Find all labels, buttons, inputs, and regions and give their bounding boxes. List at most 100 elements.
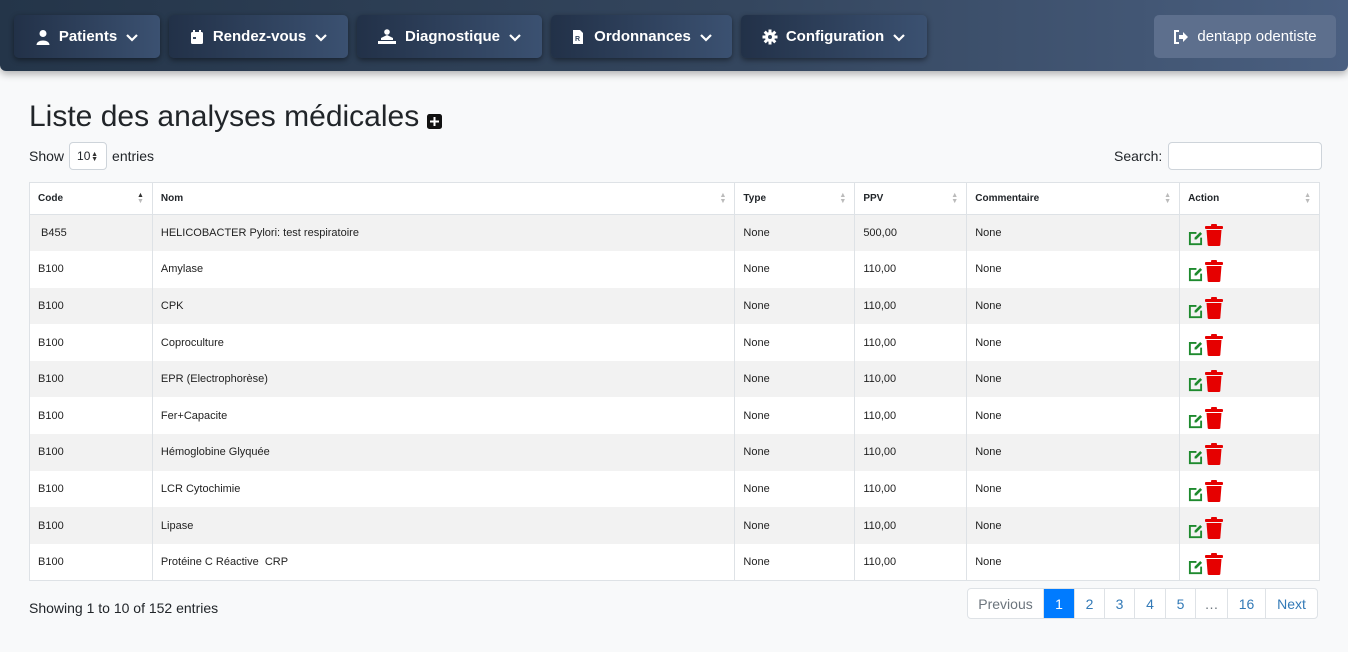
column-header-type[interactable]: Type ▲ ▼ — [734, 182, 855, 215]
edit-icon[interactable] — [1188, 377, 1203, 392]
cell-code: B100 — [29, 434, 153, 471]
cell-commentaire: None — [966, 324, 1180, 361]
prescription-icon: R — [573, 29, 584, 44]
page-button-2[interactable]: 2 — [1074, 589, 1104, 618]
trash-icon[interactable] — [1205, 406, 1224, 429]
entries-per-page-value: 10 — [77, 149, 91, 163]
edit-icon[interactable] — [1188, 341, 1203, 356]
column-header-action[interactable]: Action ▲ ▼ — [1179, 182, 1320, 215]
cell-code: B100 — [29, 470, 153, 508]
column-header-code[interactable]: Code ▲ ▼ — [30, 183, 153, 215]
page-button-5[interactable]: 5 — [1165, 589, 1195, 618]
cell-ppv: 110,00 — [854, 507, 967, 544]
cell-code: B100 — [29, 397, 153, 435]
nav-patients-label: Patients — [58, 28, 118, 45]
add-square-icon[interactable] — [427, 113, 443, 129]
nav-ordonnances-button[interactable]: R Ordonnances — [551, 15, 732, 58]
trash-icon[interactable] — [1205, 370, 1224, 393]
edit-icon[interactable] — [1188, 414, 1203, 429]
cell-commentaire: None — [966, 507, 1180, 544]
table-row: B100 EPR (Electrophorèse) None 110,00 None — [29, 360, 1320, 398]
edit-icon[interactable] — [1188, 304, 1203, 319]
top-navbar: Patients Rendez-vous Diagnostique R Ordo… — [0, 0, 1348, 71]
sort-icon: ▲ ▼ — [1164, 192, 1172, 205]
page-button-16[interactable]: 16 — [1227, 589, 1265, 618]
trash-icon[interactable] — [1205, 552, 1224, 575]
edit-icon[interactable] — [1188, 267, 1203, 282]
previous-page-button[interactable]: Previous — [968, 589, 1043, 618]
page-button-4[interactable]: 4 — [1134, 589, 1165, 618]
page-title: Liste des analyses médicales — [29, 100, 443, 134]
table-row: B100 Coproculture None 110,00 None — [29, 324, 1320, 361]
column-header-ppv[interactable]: PPV ▲ ▼ — [854, 182, 967, 215]
nav-patients-button[interactable]: Patients — [14, 15, 160, 58]
cell-code: B100 — [29, 507, 153, 544]
cell-commentaire: None — [966, 214, 1180, 252]
user-icon — [36, 29, 50, 45]
cell-nom: Amylase — [151, 251, 735, 288]
entries-per-page-select[interactable]: 10 ▲ ▼ — [69, 142, 108, 170]
select-arrows-icon: ▲ ▼ — [91, 151, 99, 163]
table-info: Showing 1 to 10 of 152 entries — [29, 600, 219, 616]
cell-ppv: 500,00 — [854, 214, 967, 252]
sort-icon: ▲ ▼ — [1304, 192, 1311, 205]
cell-code: B100 — [29, 251, 153, 288]
cell-commentaire: None — [966, 360, 1180, 398]
table-row: B100 Amylase None 110,00 None — [29, 251, 1320, 288]
nav-rendez-vous-label: Rendez-vous — [212, 28, 307, 45]
length-control: Show 10 ▲ ▼ entries — [29, 142, 154, 170]
cell-nom: Protéine C Réactive CRP — [151, 543, 735, 581]
edit-icon[interactable] — [1188, 231, 1203, 246]
trash-icon[interactable] — [1205, 479, 1224, 502]
chevron-down-icon — [315, 33, 327, 42]
cell-nom: LCR Cytochimie — [151, 470, 735, 508]
trash-icon[interactable] — [1205, 443, 1224, 466]
logout-label: dentapp odentiste — [1197, 28, 1317, 45]
chevron-down-icon — [126, 33, 138, 42]
page-button-3[interactable]: 3 — [1104, 589, 1134, 618]
logout-button[interactable]: dentapp odentiste — [1154, 15, 1336, 58]
cell-commentaire: None — [966, 434, 1180, 471]
cell-action — [1179, 543, 1320, 581]
edit-icon[interactable] — [1188, 450, 1203, 465]
cell-type: None — [734, 434, 855, 471]
cell-ppv: 110,00 — [854, 434, 967, 471]
cell-commentaire: None — [966, 287, 1180, 325]
cell-action — [1179, 251, 1320, 288]
cell-ppv: 110,00 — [854, 360, 967, 398]
cell-type: None — [734, 470, 855, 508]
table-header-row: Code ▲ ▼ Nom ▲ ▼ Type ▲ ▼ PPV ▲ ▼ Commentaire ▲ ▼ … — [29, 182, 1320, 215]
edit-icon[interactable] — [1188, 487, 1203, 502]
cell-action — [1179, 470, 1320, 508]
cell-code: B455 — [29, 214, 153, 252]
trash-icon[interactable] — [1205, 333, 1224, 356]
nav-configuration-button[interactable]: Configuration — [741, 15, 927, 58]
table-row: B100 Lipase None 110,00 None — [29, 507, 1320, 544]
trash-icon[interactable] — [1205, 516, 1224, 539]
cell-ppv: 110,00 — [854, 397, 967, 435]
cell-ppv: 110,00 — [854, 324, 967, 361]
cell-commentaire: None — [966, 251, 1180, 288]
table-row: B100 Protéine C Réactive CRP None 110,00 Non… — [29, 543, 1320, 581]
nav-rendez-vous-button[interactable]: Rendez-vous — [169, 15, 348, 58]
search-input[interactable] — [1168, 142, 1323, 170]
next-page-button[interactable]: Next — [1265, 589, 1317, 618]
page-button-1[interactable]: 1 — [1043, 589, 1074, 618]
search-label: Search: — [1114, 148, 1163, 164]
nav-diagnostique-button[interactable]: Diagnostique — [357, 15, 542, 58]
nav-configuration-label: Configuration — [785, 28, 885, 45]
cell-nom: Lipase — [151, 507, 735, 544]
edit-icon[interactable] — [1188, 524, 1203, 539]
trash-icon[interactable] — [1205, 260, 1224, 283]
column-header-nom[interactable]: Nom ▲ ▼ — [151, 182, 735, 215]
trash-icon[interactable] — [1205, 224, 1224, 247]
edit-icon[interactable] — [1188, 560, 1203, 575]
trash-icon[interactable] — [1205, 296, 1224, 319]
cell-action — [1179, 434, 1320, 471]
cell-nom: EPR (Electrophorèse) — [151, 360, 735, 398]
cell-action — [1179, 507, 1320, 544]
gear-icon — [762, 29, 778, 44]
calendar-icon — [190, 29, 203, 44]
column-header-commentaire[interactable]: Commentaire ▲ ▼ — [966, 182, 1180, 215]
search-control: Search: — [1114, 142, 1323, 170]
